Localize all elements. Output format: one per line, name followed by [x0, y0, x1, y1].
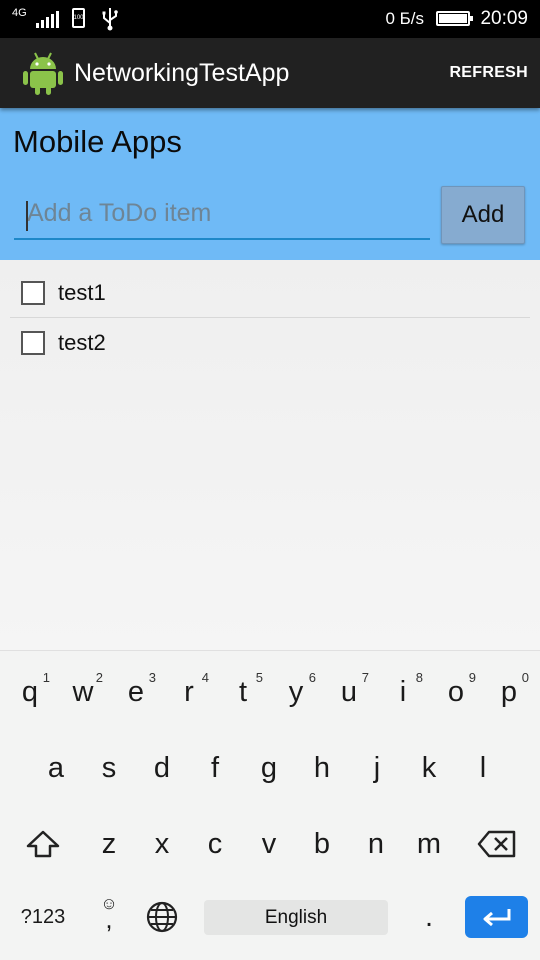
action-bar: NetworkingTestApp REFRESH — [0, 38, 540, 108]
todo-checkbox[interactable] — [21, 281, 45, 305]
app-title: NetworkingTestApp — [74, 58, 290, 87]
text-cursor — [26, 201, 28, 231]
key-r[interactable]: r4 — [162, 657, 216, 727]
key-i[interactable]: i8 — [376, 657, 430, 727]
todo-label: test2 — [58, 329, 106, 355]
list-item[interactable]: test1 — [10, 269, 530, 318]
key-p[interactable]: p0 — [482, 657, 536, 727]
key-q[interactable]: q1 — [3, 657, 57, 727]
battery-saver-icon: 100 — [72, 8, 85, 28]
usb-icon — [100, 0, 120, 38]
list-item[interactable]: test2 — [10, 318, 530, 367]
key-a[interactable]: a — [29, 733, 83, 803]
key-c[interactable]: c — [188, 809, 242, 879]
android-robot-icon — [22, 50, 64, 96]
key-n[interactable]: n — [349, 809, 403, 879]
key-v[interactable]: v — [242, 809, 296, 879]
page-title: Mobile Apps — [13, 124, 182, 159]
key-s[interactable]: s — [82, 733, 136, 803]
backspace-icon[interactable] — [470, 809, 524, 879]
key-x[interactable]: x — [135, 809, 189, 879]
refresh-button[interactable]: REFRESH — [449, 38, 528, 108]
todo-input[interactable] — [14, 188, 430, 238]
key-k[interactable]: k — [402, 733, 456, 803]
network-type: 4G — [12, 7, 27, 19]
key-h[interactable]: h — [295, 733, 349, 803]
key-z[interactable]: z — [82, 809, 136, 879]
key-y[interactable]: y6 — [269, 657, 323, 727]
battery-icon — [436, 11, 473, 26]
period-key[interactable]: . — [402, 882, 456, 952]
space-key[interactable]: English — [204, 900, 388, 935]
clock: 20:09 — [480, 8, 528, 29]
net-speed: 0 Б/s — [385, 9, 424, 28]
key-j[interactable]: j — [350, 733, 404, 803]
todo-list: test1 test2 — [0, 260, 540, 650]
key-f[interactable]: f — [188, 733, 242, 803]
key-d[interactable]: d — [135, 733, 189, 803]
globe-icon[interactable] — [135, 882, 189, 952]
symbols-key[interactable]: ?123 — [16, 882, 70, 952]
key-m[interactable]: m — [402, 809, 456, 879]
key-w[interactable]: w2 — [56, 657, 110, 727]
add-button[interactable]: Add — [441, 186, 525, 244]
signal-icon — [36, 10, 59, 28]
comma-key[interactable]: ☺ , — [82, 882, 136, 952]
enter-icon[interactable] — [465, 896, 528, 938]
status-bar: 4G 100 0 Б/s 20:09 — [0, 0, 540, 38]
soft-keyboard: q1 w2 e3 r4 t5 y6 u7 i8 o9 p0 a s d f g … — [0, 650, 540, 960]
todo-label: test1 — [58, 280, 106, 305]
key-b[interactable]: b — [295, 809, 349, 879]
todo-checkbox[interactable] — [21, 330, 45, 355]
shift-icon[interactable] — [16, 809, 70, 879]
key-o[interactable]: o9 — [429, 657, 483, 727]
key-e[interactable]: e3 — [109, 657, 163, 727]
key-u[interactable]: u7 — [322, 657, 376, 727]
key-g[interactable]: g — [242, 733, 296, 803]
key-t[interactable]: t5 — [216, 657, 270, 727]
key-l[interactable]: l — [456, 733, 510, 803]
